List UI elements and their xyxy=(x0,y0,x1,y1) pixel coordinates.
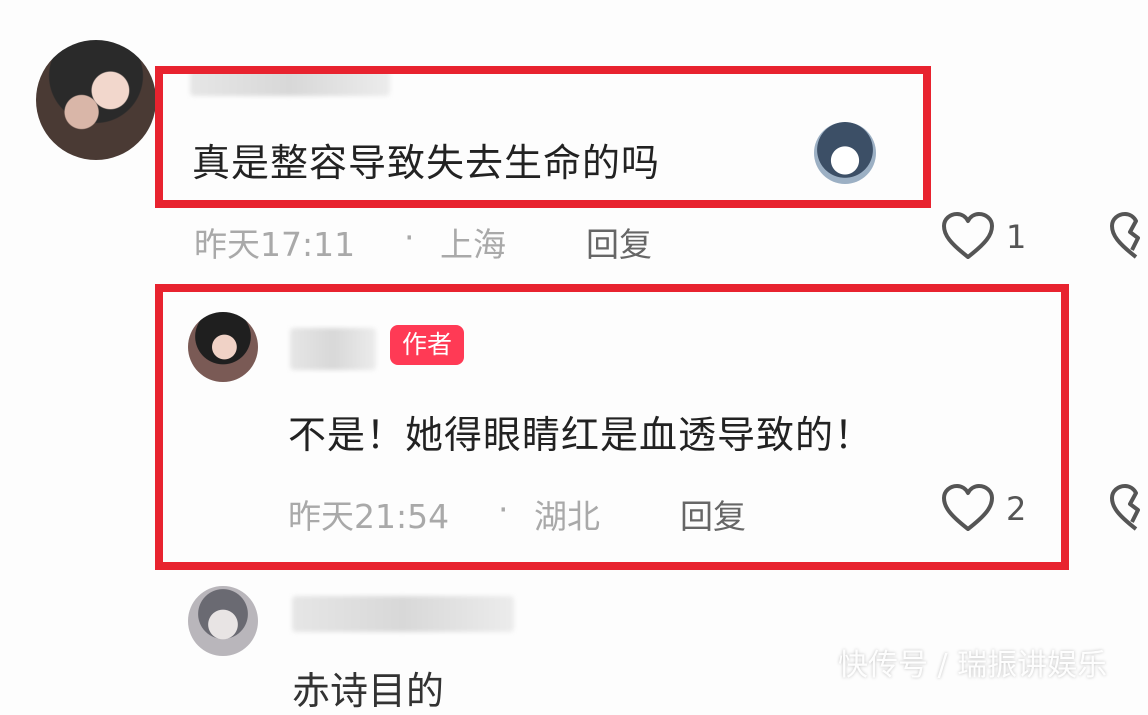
broken-heart-icon[interactable] xyxy=(1108,210,1148,262)
meta-separator: · xyxy=(498,490,509,529)
reply-button[interactable]: 回复 xyxy=(680,490,746,538)
heart-outline-icon[interactable] xyxy=(940,482,996,534)
like-count: 1 xyxy=(1006,218,1027,256)
comment-timestamp: 昨天21:54 xyxy=(288,497,450,536)
watermark: 快传号 / 瑞振讲娱乐 xyxy=(838,648,1108,683)
author-name-blurred xyxy=(290,328,376,370)
commenter-avatar[interactable] xyxy=(188,586,258,656)
commenter-name-blurred xyxy=(292,596,514,632)
author-badge: 作者 xyxy=(390,325,465,365)
comment-location: 湖北 xyxy=(534,497,600,536)
commenter-avatar[interactable] xyxy=(36,40,156,160)
reply-button[interactable]: 回复 xyxy=(586,218,652,266)
like-count: 2 xyxy=(1006,490,1027,528)
meta-separator: · xyxy=(404,218,415,257)
heart-outline-icon[interactable] xyxy=(940,210,996,262)
comment-location: 上海 xyxy=(440,225,506,264)
comment-text: 真是整容导致失去生命的吗 xyxy=(192,141,661,185)
broken-heart-icon[interactable] xyxy=(1108,482,1148,534)
comment-text: 不是！她得眼睛红是血透导致的！ xyxy=(288,413,874,457)
author-avatar[interactable] xyxy=(188,312,258,382)
comment-text-partial: 赤诗目的 xyxy=(292,669,445,713)
comment-timestamp: 昨天17:11 xyxy=(194,225,356,264)
husky-dog-emoji-icon xyxy=(814,122,876,184)
